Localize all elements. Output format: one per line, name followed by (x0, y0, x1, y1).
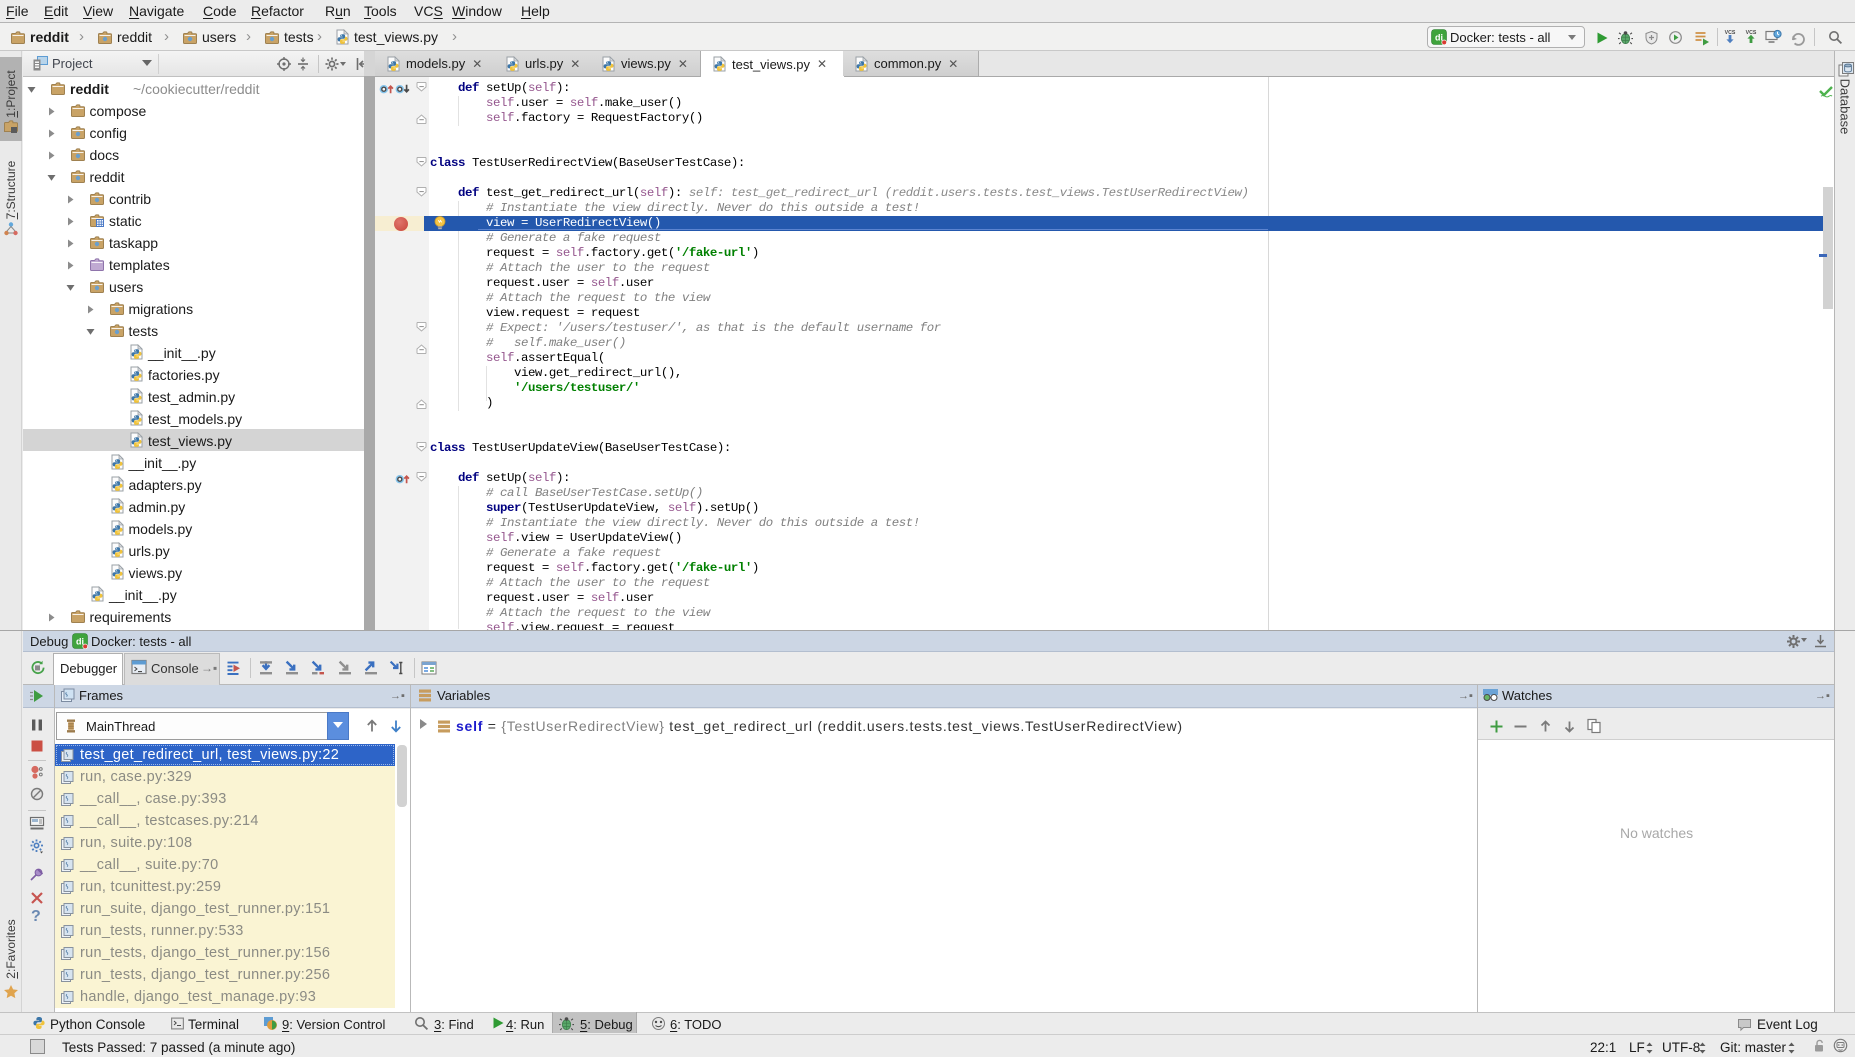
svg-text:di: di (1435, 33, 1443, 43)
svg-text:di: di (76, 637, 84, 647)
